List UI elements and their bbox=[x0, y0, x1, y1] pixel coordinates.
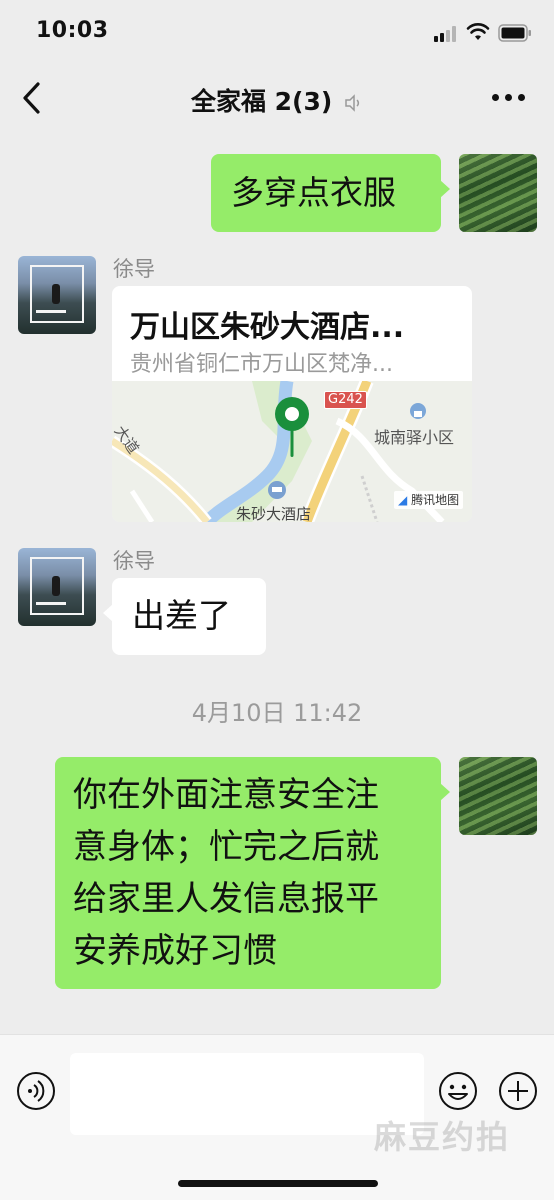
location-card[interactable]: 万山区朱砂大酒店... 贵州省铜仁市万山区梵净... 大道 G242 城南驿小区… bbox=[112, 286, 472, 522]
message-timestamp: 4月10日 11:42 bbox=[191, 699, 363, 727]
watermark: 麻豆约拍 bbox=[374, 1118, 511, 1156]
message-bubble-other[interactable]: 出差了 bbox=[103, 578, 266, 655]
self-avatar[interactable] bbox=[459, 757, 537, 835]
map-hotel-label: 朱砂大酒店 bbox=[236, 505, 312, 522]
map-highway-badge: G242 bbox=[324, 391, 367, 409]
sender-avatar[interactable] bbox=[18, 548, 96, 626]
message-text-line: 安养成好习惯 bbox=[73, 931, 277, 971]
location-map: 大道 G242 城南驿小区 朱砂大酒店 ◢ 腾讯地图 bbox=[112, 381, 472, 522]
message-text-line: 意身体；忙完之后就 bbox=[73, 827, 379, 867]
voice-input-icon[interactable] bbox=[16, 1071, 56, 1111]
chat-title-text: 全家福 2(3) bbox=[190, 87, 333, 116]
wifi-icon bbox=[466, 23, 490, 40]
message-text: 多穿点衣服 bbox=[231, 173, 396, 212]
battery-icon bbox=[498, 24, 531, 42]
home-indicator bbox=[178, 1180, 378, 1187]
location-address: 贵州省铜仁市万山区梵净... bbox=[130, 352, 393, 377]
message-text-line: 你在外面注意安全注 bbox=[73, 775, 379, 815]
sender-avatar[interactable] bbox=[18, 256, 96, 334]
self-avatar[interactable] bbox=[459, 154, 537, 232]
chat-title: 全家福 2(3) bbox=[0, 82, 554, 118]
map-provider-badge: ◢ 腾讯地图 bbox=[394, 491, 464, 509]
message-bubble-self[interactable]: 多穿点衣服 bbox=[211, 154, 450, 232]
emoji-icon[interactable] bbox=[438, 1071, 478, 1111]
more-options-icon[interactable] bbox=[488, 92, 530, 104]
cellular-signal-icon bbox=[434, 26, 460, 42]
map-provider-icon: ◢ bbox=[398, 493, 408, 507]
sender-name: 徐导 bbox=[113, 257, 155, 281]
mute-notifications-icon bbox=[345, 94, 360, 112]
chat-header: 全家福 2(3) bbox=[0, 62, 554, 132]
message-input[interactable] bbox=[70, 1053, 424, 1135]
message-bubble-self[interactable]: 你在外面注意安全注 意身体；忙完之后就 给家里人发信息报平 安养成好习惯 bbox=[55, 757, 450, 989]
status-time: 10:03 bbox=[36, 18, 109, 43]
message-text: 出差了 bbox=[132, 596, 231, 635]
sender-name: 徐导 bbox=[113, 549, 155, 573]
message-text-line: 给家里人发信息报平 bbox=[73, 879, 379, 919]
status-bar: 10:03 bbox=[0, 0, 554, 62]
map-provider-label: 腾讯地图 bbox=[411, 493, 460, 507]
location-name: 万山区朱砂大酒店... bbox=[130, 310, 405, 345]
add-attachment-icon[interactable] bbox=[498, 1071, 538, 1111]
map-poi-label: 城南驿小区 bbox=[374, 428, 455, 447]
